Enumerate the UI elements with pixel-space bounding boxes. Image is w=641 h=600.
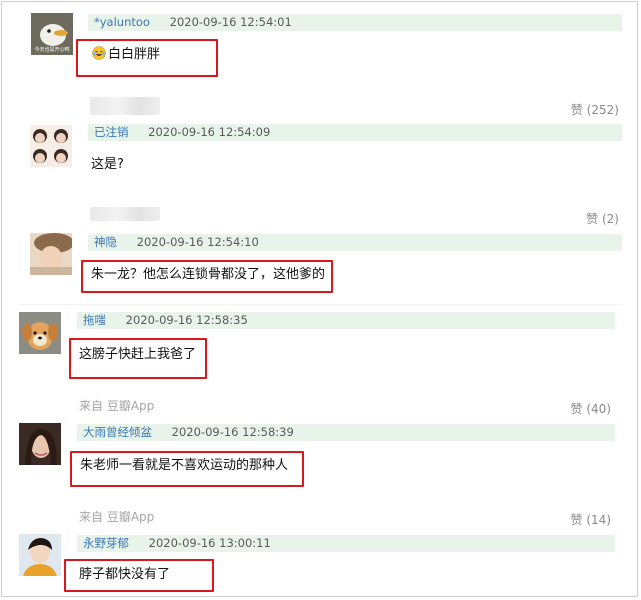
- comment-header: 神隐 2020-09-16 12:54:10: [88, 234, 622, 251]
- highlight-box: [76, 39, 218, 77]
- avatar[interactable]: [19, 312, 61, 354]
- comment-header: 永野芽郁 2020-09-16 13:00:11: [77, 535, 615, 552]
- vote-count[interactable]: 赞 (40): [571, 400, 611, 417]
- username-link[interactable]: 拖嗤: [83, 313, 106, 327]
- blurred-text: [90, 97, 160, 115]
- comment-header: *yaluntoo 2020-09-16 12:54:01: [88, 14, 622, 31]
- highlight-box: [64, 559, 214, 592]
- highlight-box: [81, 260, 333, 293]
- avatar[interactable]: [30, 125, 72, 167]
- vote-count[interactable]: 赞 (14): [571, 511, 611, 528]
- comment-text: 这是?: [91, 157, 124, 172]
- source-label: 来自 豆瓣App: [79, 399, 155, 413]
- comment-header: 大雨曾经倾盆 2020-09-16 12:58:39: [77, 424, 615, 441]
- comment-time: 2020-09-16 12:54:10: [136, 235, 259, 249]
- source-label: 来自 豆瓣App: [79, 510, 155, 524]
- highlight-box: [70, 451, 304, 487]
- comment-time: 2020-09-16 12:58:35: [125, 313, 248, 327]
- username-link[interactable]: 永野芽郁: [83, 536, 129, 550]
- comment-time: 2020-09-16 12:54:09: [148, 125, 271, 139]
- comment-time: 2020-09-16 12:58:39: [171, 425, 294, 439]
- comment-header: 拖嗤 2020-09-16 12:58:35: [77, 312, 615, 329]
- vote-count[interactable]: 赞 (2): [586, 210, 619, 227]
- username-link[interactable]: 大雨曾经倾盆: [83, 425, 152, 439]
- username-link[interactable]: 神隐: [94, 235, 117, 249]
- username-link[interactable]: *yaluntoo: [94, 15, 150, 29]
- highlight-box: [69, 338, 207, 379]
- blurred-text: [90, 207, 160, 221]
- avatar[interactable]: [19, 423, 61, 465]
- comment-time: 2020-09-16 13:00:11: [148, 536, 271, 550]
- avatar[interactable]: [19, 534, 61, 576]
- comment-time: 2020-09-16 12:54:01: [169, 15, 292, 29]
- avatar[interactable]: 今天也是开心鸭: [31, 13, 73, 55]
- comment-header: 已注销 2020-09-16 12:54:09: [88, 124, 622, 141]
- vote-count[interactable]: 赞 (252): [571, 101, 619, 118]
- divider: [18, 304, 622, 305]
- avatar-caption: 今天也是开心鸭: [34, 46, 69, 53]
- username-link[interactable]: 已注销: [94, 125, 129, 139]
- avatar[interactable]: [30, 233, 72, 275]
